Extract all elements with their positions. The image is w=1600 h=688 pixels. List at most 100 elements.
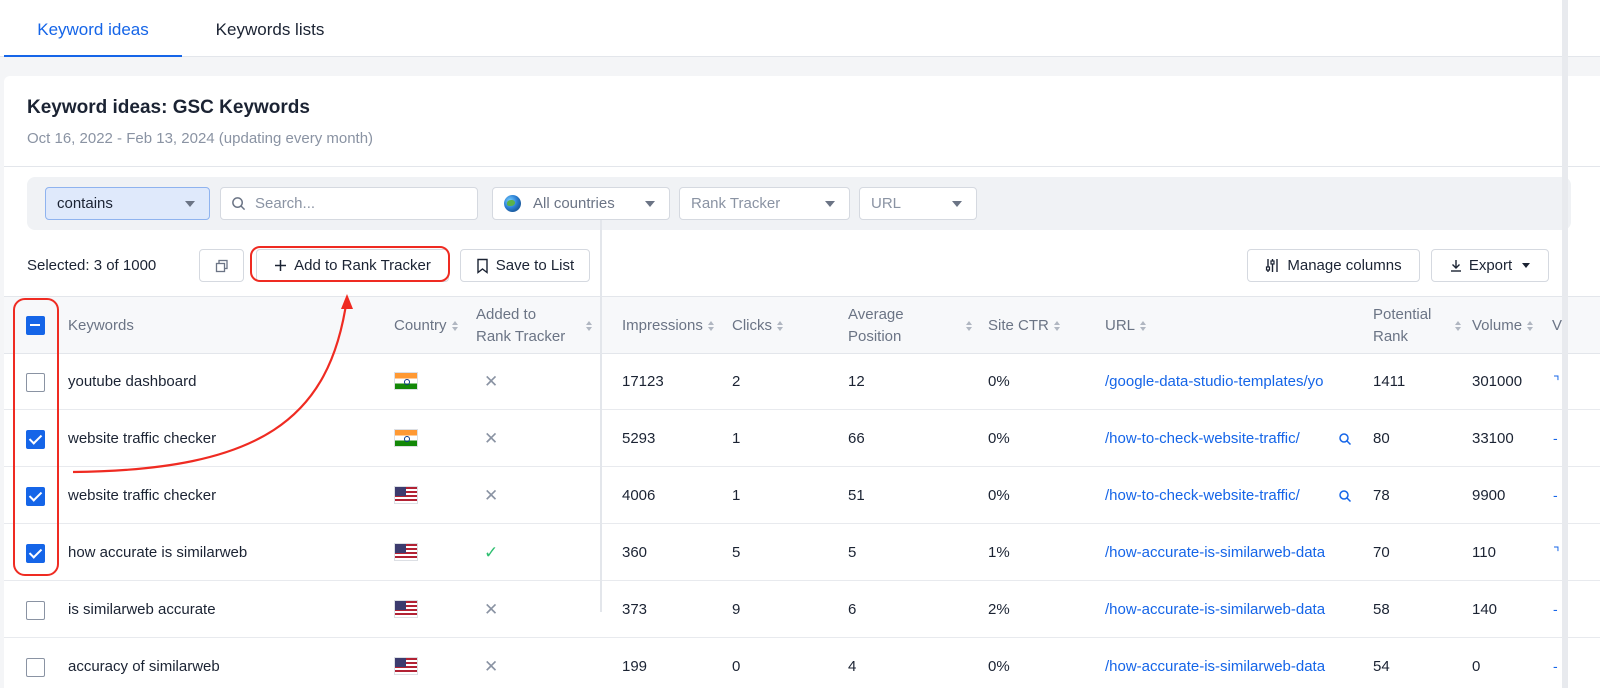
table-row[interactable]: website traffic checker ✕ 4006 1 51 0% /how-to… [4, 468, 1600, 524]
vertical-scrollbar[interactable] [1562, 0, 1568, 688]
page-title: Keyword ideas: GSC Keywords [27, 97, 310, 118]
site-ctr-cell: 0% [988, 487, 1010, 504]
x-icon: ✕ [484, 486, 499, 505]
site-ctr-cell: 1% [988, 544, 1010, 561]
column-volume[interactable]: Volume [1472, 297, 1534, 355]
globe-icon [504, 195, 521, 212]
frozen-column-divider [600, 220, 602, 612]
average-position-cell: 66 [848, 430, 865, 447]
column-added-to-rank-tracker[interactable]: Added to Rank Tracker [476, 297, 596, 355]
url-link[interactable]: /google-data-studio-templates/yo [1105, 354, 1361, 410]
keyword-cell: website traffic checker [68, 487, 217, 504]
country-dropdown[interactable]: All countries [492, 187, 670, 220]
chevron-down-icon [1522, 263, 1531, 268]
x-icon: ✕ [484, 372, 499, 391]
potential-rank-cell: 80 [1373, 430, 1390, 447]
url-link[interactable]: /how-accurate-is-similarweb-data [1105, 582, 1361, 638]
sort-icon [1527, 321, 1534, 331]
impressions-cell: 373 [622, 601, 648, 618]
volume-cell: 0 [1472, 658, 1481, 675]
table-actions: Selected: 3 of 1000 Add to Rank Tracker … [4, 246, 1600, 286]
keyword-ideas-card: Keyword ideas: GSC Keywords Oct 16, 2022… [4, 76, 1600, 688]
download-icon [1450, 259, 1462, 272]
site-ctr-cell: 0% [988, 430, 1010, 447]
match-type-dropdown[interactable]: contains [45, 187, 210, 220]
copy-button[interactable] [199, 249, 244, 282]
clicks-cell: 2 [732, 373, 741, 390]
volume-cell: 140 [1472, 601, 1498, 618]
table-row[interactable]: youtube dashboard ✕ 17123 2 12 0% /google-data… [4, 354, 1600, 410]
column-potential-rank[interactable]: Potential Rank [1373, 297, 1461, 355]
columns-icon [1265, 258, 1280, 273]
filter-bar: contains Search... All countries Rank Tr… [27, 177, 1571, 230]
url-link[interactable]: /how-to-check-website-traffic/ [1105, 468, 1333, 524]
keyword-cell: website traffic checker [68, 430, 217, 447]
clicks-cell: 0 [732, 658, 741, 675]
url-value: URL [871, 195, 902, 212]
chevron-down-icon [185, 201, 195, 207]
copy-icon [215, 259, 228, 272]
x-icon: ✕ [484, 657, 499, 676]
column-clicks[interactable]: Clicks [732, 297, 783, 355]
divider [4, 166, 1600, 167]
country-value: All countries [533, 195, 615, 212]
tab-bar: Keyword ideas Keywords lists [0, 0, 1600, 57]
export-label: Export [1468, 257, 1513, 274]
search-icon[interactable] [1338, 432, 1352, 446]
row-checkbox[interactable] [26, 601, 45, 620]
search-input[interactable]: Search... [220, 187, 478, 220]
column-country[interactable]: Country [394, 297, 458, 355]
average-position-cell: 6 [848, 601, 857, 618]
india-flag-icon [394, 429, 418, 447]
table-row[interactable]: accuracy of similarweb ✕ 199 0 4 0% /how-accur… [4, 639, 1600, 688]
sort-icon [451, 321, 458, 331]
impressions-cell: 4006 [622, 487, 656, 504]
search-icon[interactable] [1338, 489, 1352, 503]
url-link[interactable]: /how-accurate-is-similarweb-data [1105, 639, 1361, 688]
tab-keyword-ideas[interactable]: Keyword ideas [4, 0, 182, 57]
row-checkbox[interactable] [26, 658, 45, 677]
keyword-cell: accuracy of similarweb [68, 658, 220, 675]
volume-cell: 110 [1472, 544, 1496, 561]
chevron-down-icon [825, 201, 835, 207]
usa-flag-icon [394, 600, 418, 618]
search-placeholder: Search... [255, 195, 316, 212]
sort-icon [1140, 321, 1147, 331]
site-ctr-cell: 0% [988, 658, 1010, 675]
save-to-list-button[interactable]: Save to List [460, 249, 590, 282]
volume-cell: 301000 [1472, 373, 1523, 390]
keyword-cell: how accurate is similarweb [68, 544, 248, 561]
export-button[interactable]: Export [1431, 249, 1549, 282]
column-url[interactable]: URL [1105, 297, 1147, 355]
column-next-partial: V [1552, 317, 1563, 334]
usa-flag-icon [394, 543, 418, 561]
chevron-down-icon [952, 201, 962, 207]
bookmark-icon [476, 258, 489, 274]
tab-keywords-lists[interactable]: Keywords lists [190, 0, 350, 57]
rank-tracker-value: Rank Tracker [691, 195, 781, 212]
url-dropdown[interactable]: URL [859, 187, 977, 220]
site-ctr-cell: 0% [988, 373, 1010, 390]
keyword-cell: is similarweb accurate [68, 601, 216, 618]
table-row[interactable]: website traffic checker ✕ 5293 1 66 0% /how-to… [4, 411, 1600, 467]
impressions-cell: 17123 [622, 373, 664, 390]
x-icon: ✕ [484, 600, 499, 619]
impressions-cell: 5293 [622, 430, 656, 447]
column-site-ctr[interactable]: Site CTR [988, 297, 1060, 355]
table-row[interactable]: how accurate is similarweb ✓ 360 5 5 1% /how-a… [4, 525, 1600, 581]
usa-flag-icon [394, 657, 418, 675]
volume-cell: 33100 [1472, 430, 1514, 447]
url-link[interactable]: /how-to-check-website-traffic/ [1105, 411, 1333, 467]
column-average-position[interactable]: Average Position [848, 297, 976, 355]
potential-rank-cell: 1411 [1373, 373, 1406, 390]
column-keywords[interactable]: Keywords [68, 297, 134, 355]
table-row[interactable]: is similarweb accurate ✕ 373 9 6 2% /how-accur… [4, 582, 1600, 638]
column-impressions[interactable]: Impressions [622, 297, 714, 355]
sort-icon [1455, 321, 1461, 331]
check-icon: ✓ [484, 543, 499, 562]
annotation-highlight-add-button [250, 246, 450, 282]
potential-rank-cell: 54 [1373, 658, 1390, 675]
rank-tracker-dropdown[interactable]: Rank Tracker [679, 187, 850, 220]
manage-columns-button[interactable]: Manage columns [1247, 249, 1420, 282]
url-link[interactable]: /how-accurate-is-similarweb-data [1105, 525, 1361, 581]
